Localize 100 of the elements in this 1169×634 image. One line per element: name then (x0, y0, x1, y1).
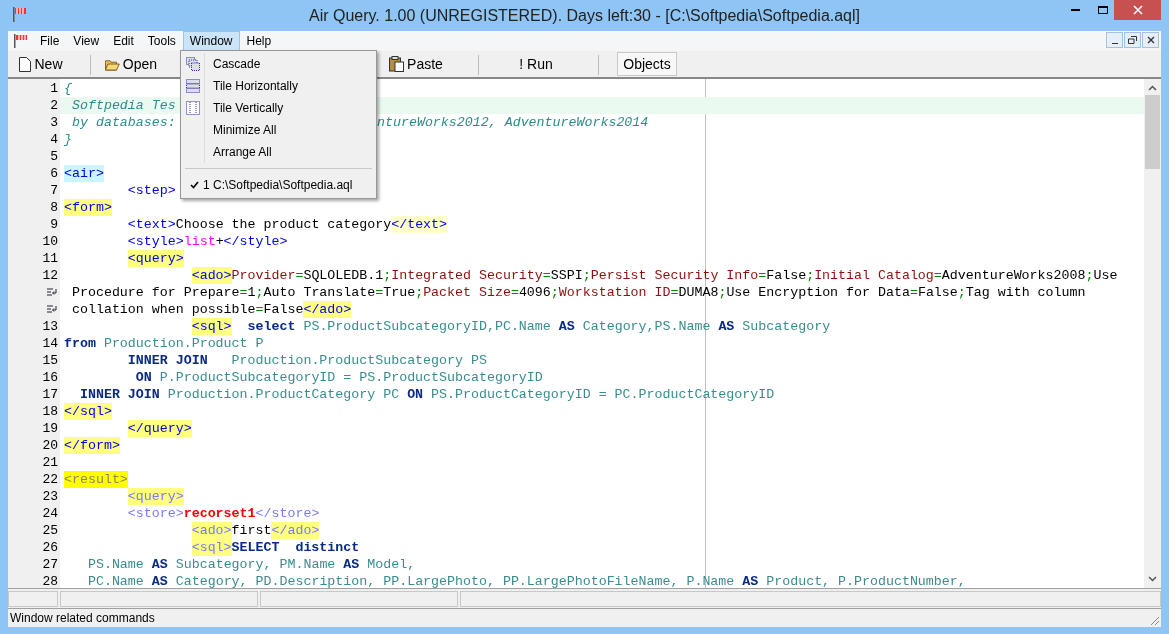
code-comment: ntureWorks2012, AdventureWorks2014 (377, 114, 649, 131)
child-close-button[interactable] (1142, 32, 1159, 48)
code-punctuation: ; (1085, 267, 1094, 284)
sql-keyword: INNER JOIN (79, 386, 160, 403)
code-punctuation: ; (255, 284, 264, 301)
flag-icon (12, 6, 28, 23)
xml-tag: <result> (64, 471, 128, 488)
identifier: Model, (367, 556, 416, 573)
identifier: PS.Name (87, 556, 144, 573)
line-number: 19 (42, 419, 58, 438)
tile-vertical-icon (185, 101, 200, 115)
xml-tag: </store> (255, 505, 320, 522)
code-text: False (917, 284, 958, 301)
code-punctuation: = (670, 284, 679, 301)
code-punctuation: ; (550, 284, 559, 301)
identifier: PC.Name (87, 573, 144, 588)
resize-grip-icon[interactable] (1149, 615, 1160, 626)
xml-tag: <sql> (191, 318, 232, 335)
line-number: 10 (42, 232, 58, 251)
code-text: first (231, 522, 272, 539)
line-number: 12 (42, 266, 58, 285)
code-value: recorset1 (183, 505, 256, 522)
identifier: Production.Product P (103, 335, 264, 352)
clipboard-icon (389, 56, 405, 72)
child-restore-button[interactable] (1124, 32, 1141, 48)
line-number: 14 (42, 334, 58, 353)
identifier: Category, PD.Description, PP.LargePhoto, PP.LargePhotoFileName, P.Name (175, 573, 735, 588)
menu-item[interactable]: View (66, 31, 107, 51)
line-number: 7 (50, 181, 58, 200)
menu-item[interactable]: Tile Horizontally (181, 75, 376, 97)
identifier: P.ProductSubcategoryID = PS.ProductSubcategoryID (159, 369, 543, 386)
page-icon (19, 56, 32, 72)
code-text: True (383, 284, 416, 301)
attribute-name: Persist Security Info (590, 267, 759, 284)
scroll-down-icon[interactable] (1148, 576, 1157, 582)
toolbar-button[interactable]: ! Run (508, 52, 564, 76)
code-punctuation: ; (582, 267, 591, 284)
attribute-name: Workstation ID (558, 284, 671, 301)
code-comment: by databases: (72, 114, 176, 131)
code-punctuation: ; (415, 284, 424, 301)
code-punctuation: = (375, 284, 384, 301)
line-number: 21 (42, 453, 58, 472)
close-icon (1132, 5, 1143, 15)
toolbar-button[interactable]: Open (100, 52, 162, 76)
vertical-scrollbar[interactable] (1144, 79, 1161, 588)
identifier: PS.ProductSubcategoryID,PC.Name (303, 318, 551, 335)
menu-item[interactable]: Tools (140, 31, 183, 51)
line-number: 11 (42, 249, 58, 268)
xml-tag: <style> (127, 233, 184, 250)
code-punctuation: = (933, 267, 942, 284)
line-number: 28 (42, 572, 58, 588)
code-text: collation when possible (72, 301, 256, 318)
menu-item[interactable]: Cascade (181, 53, 376, 75)
identifier: Production.ProductSubcategory PS (231, 352, 487, 369)
code-text: Use Encryption for Data (726, 284, 910, 301)
xml-tag: </text> (391, 216, 448, 233)
xml-tag: <sql> (191, 539, 232, 556)
sql-keyword: AS (742, 573, 759, 588)
xml-tag: <ado> (191, 267, 232, 284)
close-icon (1146, 36, 1155, 44)
menu-item[interactable]: File (33, 31, 67, 51)
code-punctuation: ; (383, 267, 392, 284)
scroll-up-icon[interactable] (1148, 85, 1157, 91)
menu-item[interactable]: Edit (106, 31, 141, 51)
code-text: + (215, 233, 224, 250)
identifier: Production.ProductCategory PC (167, 386, 400, 403)
code-punctuation: = (758, 267, 767, 284)
line-number: 6 (50, 164, 58, 183)
code-text: DUMA8 (678, 284, 719, 301)
code-text: False (263, 301, 304, 318)
xml-tag: </style> (223, 233, 288, 250)
identifier: Subcategory, PM.Name (175, 556, 336, 573)
menu-item[interactable]: Window (182, 31, 240, 51)
scrollbar-thumb[interactable] (1145, 95, 1160, 169)
code-punctuation: ; (806, 267, 815, 284)
line-number: 16 (42, 368, 58, 387)
xml-tag: <ado> (191, 522, 232, 539)
menu-item[interactable]: Tile Vertically (181, 97, 376, 119)
xml-tag: </ado> (271, 522, 320, 539)
line-number: 3 (50, 113, 58, 132)
minimize-icon (1070, 9, 1080, 11)
menu-item[interactable]: Help (239, 31, 279, 51)
identifier: Subcategory (742, 318, 831, 335)
code-text: Procedure for Prepare (72, 284, 240, 301)
code-punctuation: = (510, 284, 519, 301)
toolbar-button[interactable]: New (14, 52, 68, 76)
code-text: Choose the product category (175, 216, 392, 233)
menu-item[interactable]: Minimize All (181, 119, 376, 141)
code-text: Auto Translate (263, 284, 376, 301)
toolbar-button[interactable]: Paste (384, 52, 448, 76)
sql-keyword: select (247, 318, 296, 335)
menu-item[interactable]: Arrange All (181, 141, 376, 163)
line-number: 1 (50, 79, 58, 98)
identifier: Category,PS.Name (582, 318, 711, 335)
identifier: Product, P.ProductNumber, (766, 573, 966, 588)
toolbar-button[interactable]: Objects (617, 52, 677, 76)
line-number: 25 (42, 521, 58, 540)
folder-icon (105, 57, 120, 71)
menu-item[interactable]: 1 C:\Softpedia\Softpedia.aql (181, 174, 376, 196)
code-comment: { (64, 80, 72, 97)
